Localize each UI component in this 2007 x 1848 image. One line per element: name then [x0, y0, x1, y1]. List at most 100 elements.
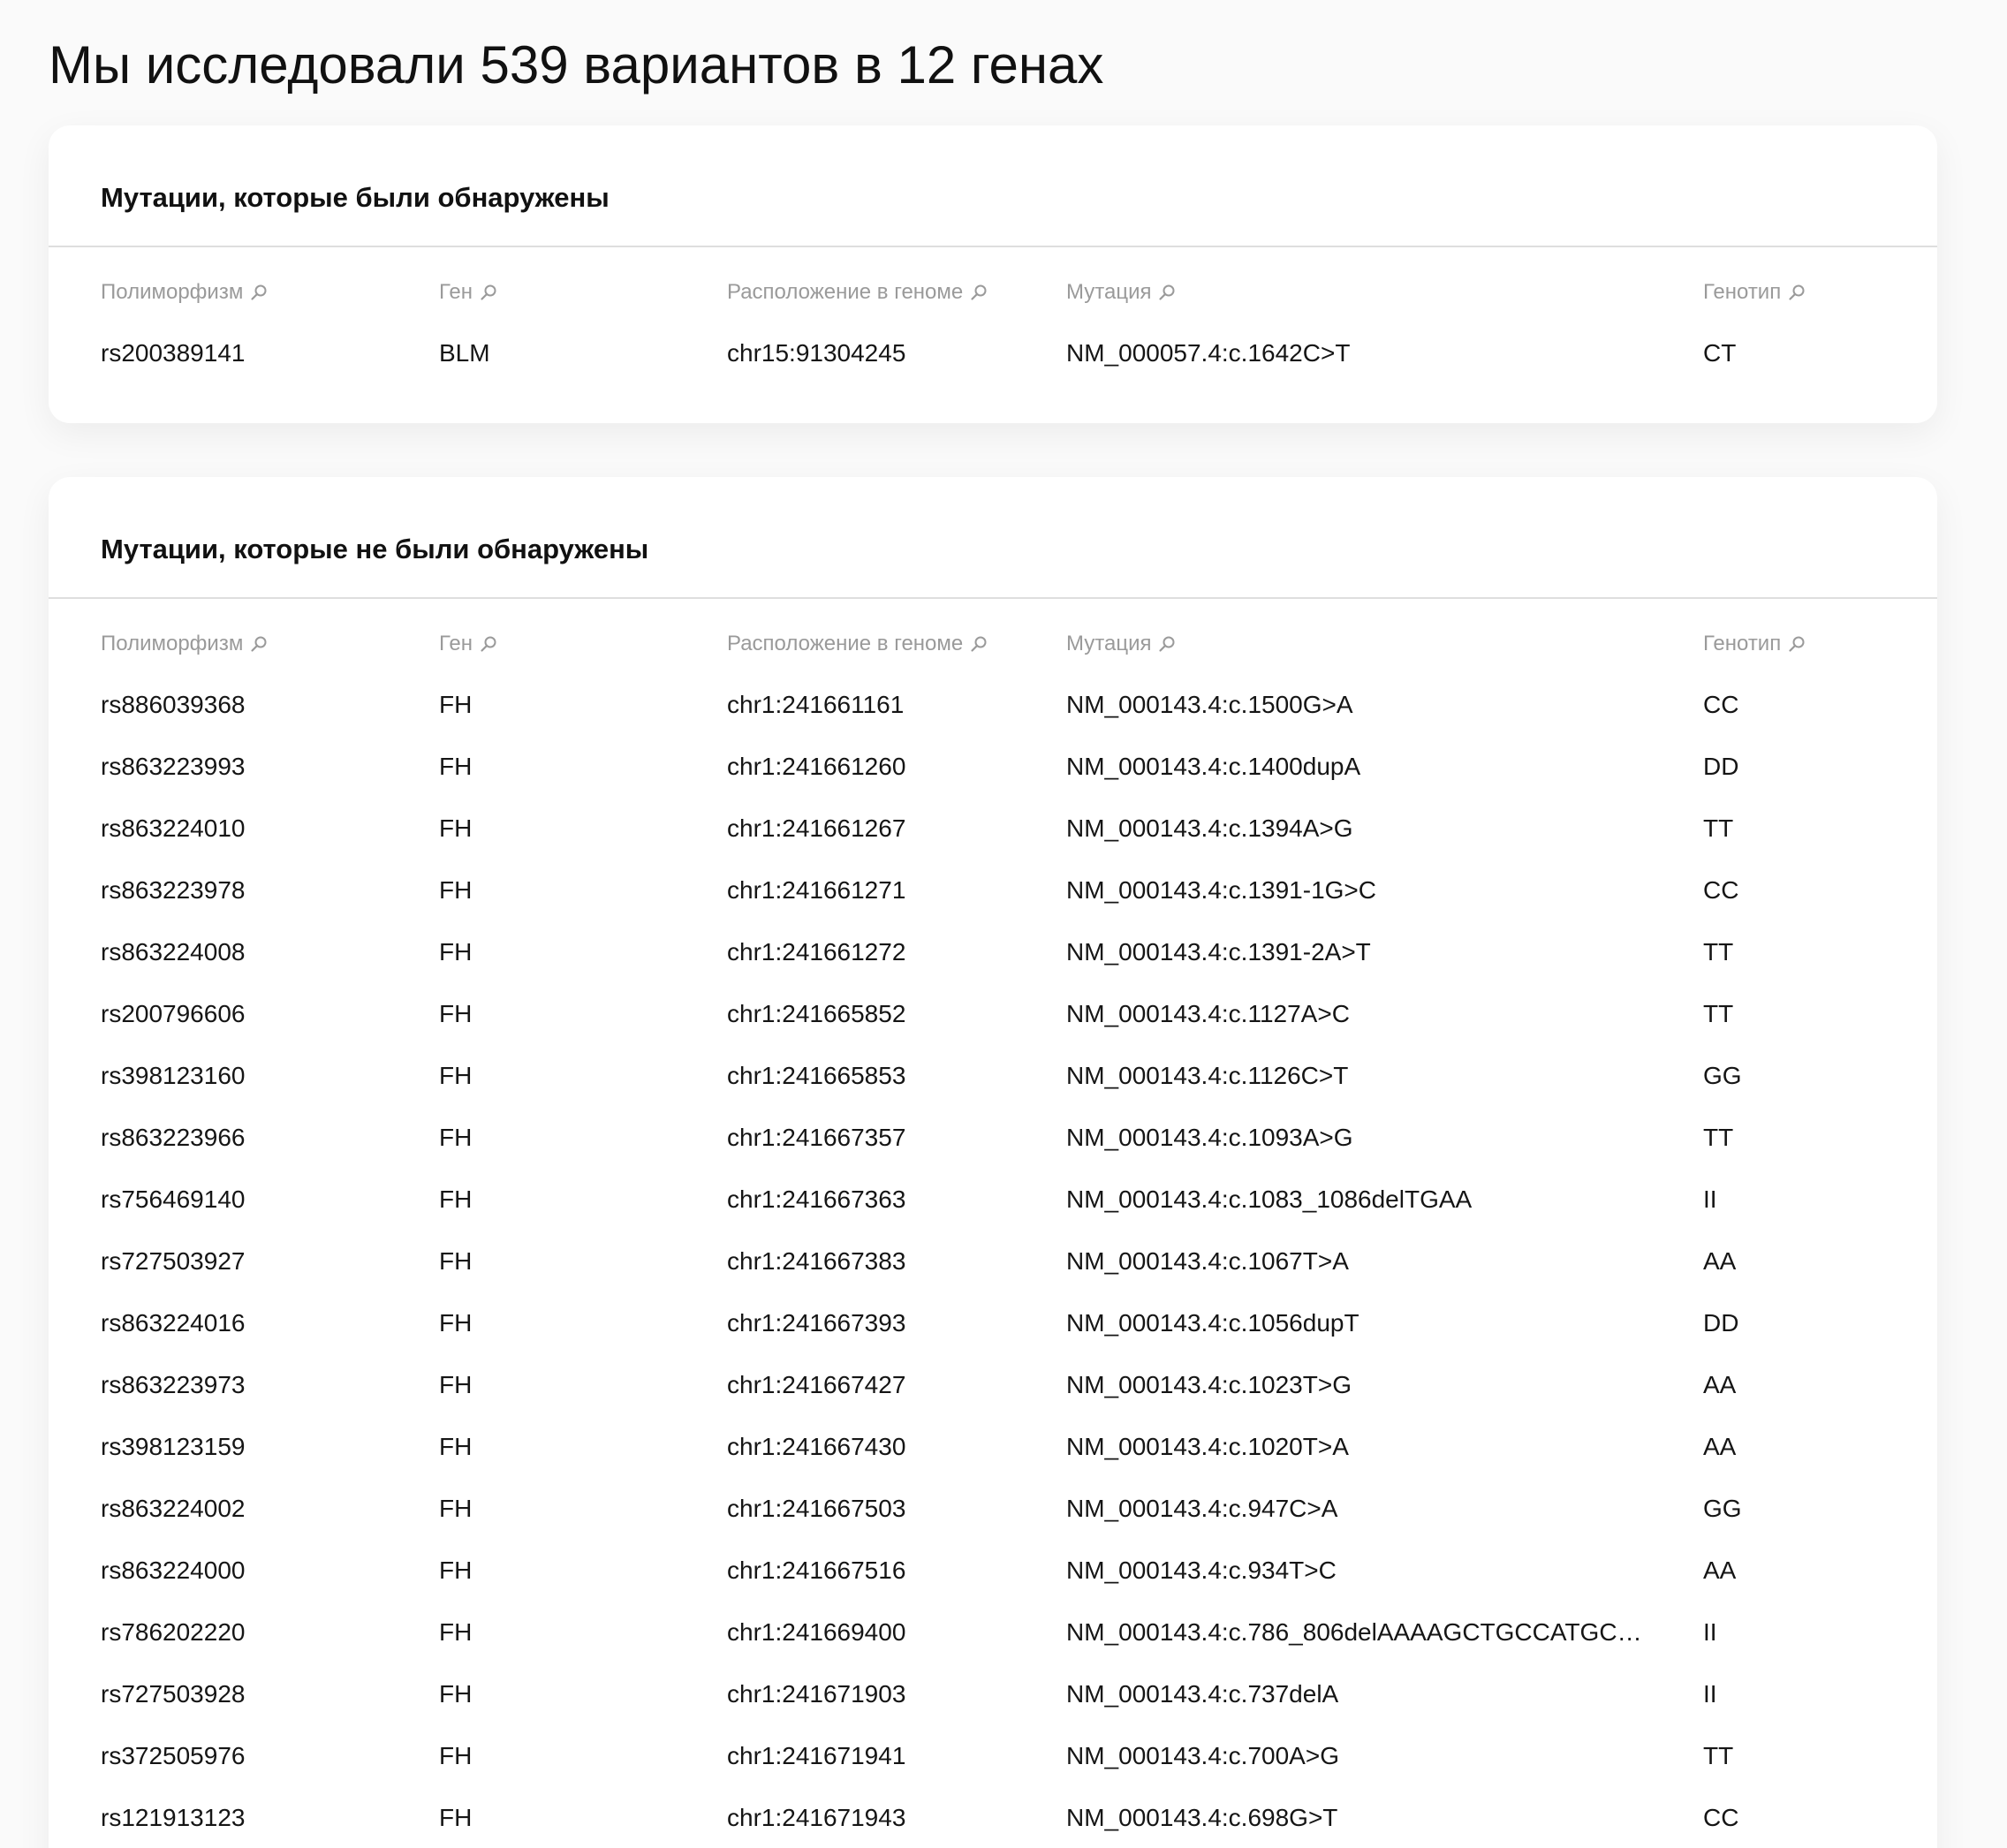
- location-cell: chr1:241667503: [727, 1495, 906, 1522]
- gene-cell: FH: [439, 876, 473, 904]
- polymorphism-cell: rs863223966: [101, 1124, 246, 1151]
- mutation-cell: NM_000143.4:c.947C>A: [1066, 1495, 1338, 1522]
- gene-cell: FH: [439, 814, 473, 842]
- table-row: rs863223966 FH chr1:241667357 NM_000143.4:c…: [49, 1111, 1937, 1173]
- mutation-cell: NM_000143.4:c.1023T>G: [1066, 1371, 1352, 1398]
- polymorphism-cell: rs863223973: [101, 1371, 246, 1398]
- column-header-gene[interactable]: Ген: [439, 279, 704, 306]
- gene-cell: FH: [439, 1742, 473, 1769]
- search-icon[interactable]: [970, 284, 988, 301]
- search-icon[interactable]: [480, 635, 497, 653]
- mutation-cell: NM_000143.4:c.1127A>C: [1066, 1000, 1350, 1027]
- column-header-label: Ген: [439, 280, 473, 304]
- mutation-cell: NM_000143.4:c.1056dupT: [1066, 1309, 1359, 1337]
- table-header-row: Полиморфизм Ген Расположение в геноме Му…: [49, 599, 1937, 678]
- table-row: rs727503927 FH chr1:241667383 NM_000143.4:c…: [49, 1235, 1937, 1297]
- gene-cell: FH: [439, 1804, 473, 1831]
- location-cell: chr1:241667363: [727, 1185, 906, 1213]
- search-icon[interactable]: [1158, 284, 1176, 301]
- column-header-label: Расположение в геноме: [727, 280, 964, 304]
- column-header-mutation[interactable]: Мутация: [1066, 279, 1649, 306]
- location-cell: chr1:241671903: [727, 1680, 906, 1708]
- search-icon[interactable]: [1788, 635, 1806, 653]
- column-header-gene[interactable]: Ген: [439, 631, 704, 657]
- search-icon[interactable]: [250, 284, 268, 301]
- found-mutations-card: Мутации, которые были обнаружены Полимор…: [49, 125, 1937, 423]
- gene-cell: FH: [439, 1371, 473, 1398]
- results-page: Мы исследовали 539 вариантов в 12 генах …: [0, 0, 2007, 1848]
- gene-cell: FH: [439, 753, 473, 780]
- mutation-cell: NM_000143.4:c.1391-1G>C: [1066, 876, 1376, 904]
- column-header-label: Ген: [439, 632, 473, 655]
- location-cell: chr15:91304245: [727, 339, 906, 367]
- location-cell: chr1:241667427: [727, 1371, 906, 1398]
- polymorphism-cell: rs756469140: [101, 1185, 246, 1213]
- search-icon[interactable]: [1158, 635, 1176, 653]
- gene-cell: FH: [439, 1618, 473, 1646]
- table-body: rs886039368 FH chr1:241661161 NM_000143.4:c…: [49, 678, 1937, 1848]
- table-row: rs863224008 FH chr1:241661272 NM_000143.4:c…: [49, 926, 1937, 988]
- gene-cell: FH: [439, 691, 473, 718]
- genotype-cell: DD: [1703, 753, 1739, 780]
- genotype-cell: CT: [1703, 339, 1737, 367]
- polymorphism-cell: rs200389141: [101, 339, 246, 367]
- column-header-label: Мутация: [1066, 280, 1152, 304]
- genotype-cell: II: [1703, 1185, 1717, 1213]
- table-row: rs863224010 FH chr1:241661267 NM_000143.4:c…: [49, 802, 1937, 864]
- gene-cell: BLM: [439, 339, 490, 367]
- location-cell: chr1:241667393: [727, 1309, 906, 1337]
- location-cell: chr1:241661161: [727, 691, 905, 718]
- genotype-cell: TT: [1703, 1742, 1734, 1769]
- genotype-cell: TT: [1703, 814, 1734, 842]
- location-cell: chr1:241667430: [727, 1433, 906, 1460]
- table-row: rs398123160 FH chr1:241665853 NM_000143.4:c…: [49, 1049, 1937, 1111]
- table-row: rs121913123 FH chr1:241671943 NM_000143.4:c…: [49, 1791, 1937, 1848]
- polymorphism-cell: rs398123159: [101, 1433, 246, 1460]
- gene-cell: FH: [439, 1247, 473, 1275]
- genotype-cell: CC: [1703, 1804, 1739, 1831]
- column-header-label: Генотип: [1703, 280, 1782, 304]
- search-icon[interactable]: [250, 635, 268, 653]
- polymorphism-cell: rs863224008: [101, 938, 246, 966]
- genotype-cell: CC: [1703, 691, 1739, 718]
- table-row: rs200389141 BLM chr15:91304245 NM_000057.4:…: [49, 327, 1937, 389]
- location-cell: chr1:241667516: [727, 1556, 906, 1584]
- polymorphism-cell: rs398123160: [101, 1062, 246, 1089]
- column-header-mutation[interactable]: Мутация: [1066, 631, 1649, 657]
- gene-cell: FH: [439, 1433, 473, 1460]
- column-header-location[interactable]: Расположение в геноме: [727, 279, 1045, 306]
- genotype-cell: II: [1703, 1680, 1717, 1708]
- genotype-cell: AA: [1703, 1247, 1737, 1275]
- table-row: rs727503928 FH chr1:241671903 NM_000143.4:c…: [49, 1668, 1937, 1730]
- polymorphism-cell: rs372505976: [101, 1742, 246, 1769]
- column-header-label: Расположение в геноме: [727, 632, 964, 655]
- genotype-cell: CC: [1703, 876, 1739, 904]
- genotype-cell: GG: [1703, 1495, 1742, 1522]
- search-icon[interactable]: [480, 284, 497, 301]
- table-row: rs886039368 FH chr1:241661161 NM_000143.4:c…: [49, 678, 1937, 740]
- location-cell: chr1:241671941: [727, 1742, 906, 1769]
- polymorphism-cell: rs121913123: [101, 1804, 246, 1831]
- location-cell: chr1:241661271: [727, 876, 906, 904]
- column-header-genotype[interactable]: Генотип: [1703, 279, 1880, 306]
- search-icon[interactable]: [970, 635, 988, 653]
- column-header-location[interactable]: Расположение в геноме: [727, 631, 1045, 657]
- column-header-genotype[interactable]: Генотип: [1703, 631, 1880, 657]
- gene-cell: FH: [439, 1124, 473, 1151]
- genotype-cell: TT: [1703, 938, 1734, 966]
- column-header-polymorphism[interactable]: Полиморфизм: [101, 279, 419, 306]
- location-cell: chr1:241669400: [727, 1618, 906, 1646]
- genotype-cell: GG: [1703, 1062, 1742, 1089]
- not-found-mutations-card: Мутации, которые не были обнаружены Поли…: [49, 477, 1937, 1848]
- mutation-cell: NM_000143.4:c.1020T>A: [1066, 1433, 1349, 1460]
- polymorphism-cell: rs863223978: [101, 876, 246, 904]
- table-row: rs863223993 FH chr1:241661260 NM_000143.4:c…: [49, 740, 1937, 802]
- search-icon[interactable]: [1788, 284, 1806, 301]
- location-cell: chr1:241667357: [727, 1124, 906, 1151]
- gene-cell: FH: [439, 1309, 473, 1337]
- mutation-cell: NM_000143.4:c.1083_1086delTGAA: [1066, 1185, 1473, 1213]
- gene-cell: FH: [439, 1556, 473, 1584]
- polymorphism-cell: rs886039368: [101, 691, 246, 718]
- column-header-polymorphism[interactable]: Полиморфизм: [101, 631, 419, 657]
- mutation-cell: NM_000143.4:c.934T>C: [1066, 1556, 1337, 1584]
